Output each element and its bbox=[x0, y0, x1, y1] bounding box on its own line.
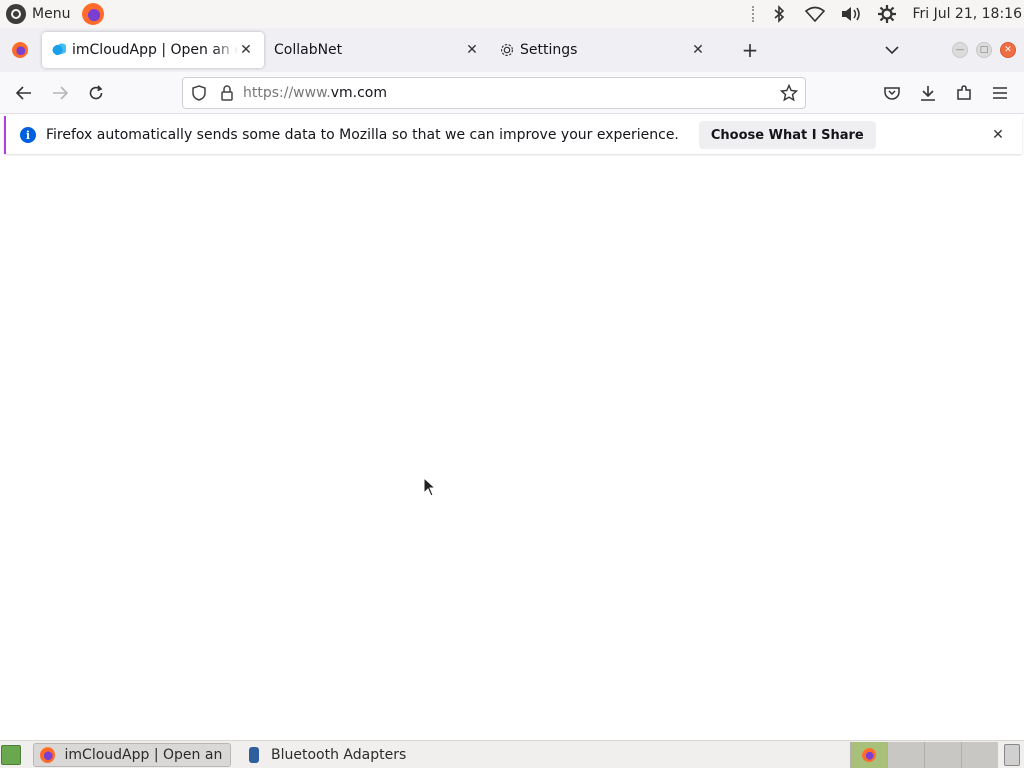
forward-arrow-icon[interactable] bbox=[44, 77, 76, 109]
taskbar-item-label: imCloudApp | Open an ... bbox=[64, 746, 224, 763]
choose-what-i-share-button[interactable]: Choose What I Share bbox=[698, 121, 876, 149]
back-arrow-icon[interactable] bbox=[8, 77, 40, 109]
navigation-toolbar: https://www.vm.com bbox=[0, 72, 1024, 114]
url-host: vm.com bbox=[330, 85, 387, 101]
maximize-window-button[interactable]: □ bbox=[976, 42, 992, 58]
list-all-tabs-chevron-down-icon[interactable] bbox=[880, 36, 904, 64]
taskbar-item-firefox[interactable]: imCloudApp | Open an ... bbox=[33, 742, 231, 767]
bookmark-star-icon[interactable] bbox=[779, 83, 799, 103]
notification-message: Firefox automatically sends some data to… bbox=[46, 127, 679, 143]
workspace-switcher bbox=[850, 742, 998, 768]
taskbar-item-label: Bluetooth Adapters bbox=[271, 746, 407, 763]
page-content[interactable] bbox=[0, 156, 1024, 740]
lock-icon[interactable] bbox=[217, 83, 237, 103]
mouse-pointer-icon bbox=[423, 476, 437, 501]
tab-strip: imCloudApp | Open an easy ✕ CollabNet ✕ … bbox=[0, 28, 1024, 72]
show-desktop-icon[interactable] bbox=[1, 744, 21, 765]
system-menu-label: Menu bbox=[32, 6, 71, 22]
new-tab-button[interactable]: + bbox=[736, 36, 764, 64]
bluetooth-icon[interactable] bbox=[768, 4, 790, 24]
tab-imcloudapp[interactable]: imCloudApp | Open an easy ✕ bbox=[42, 32, 264, 68]
system-menu-button[interactable]: Menu bbox=[0, 0, 70, 28]
reload-icon[interactable] bbox=[80, 77, 112, 109]
panel-separator bbox=[752, 6, 755, 22]
extensions-puzzle-icon[interactable] bbox=[949, 77, 979, 109]
tab-settings[interactable]: Settings ✕ bbox=[490, 32, 716, 68]
gear-icon bbox=[500, 43, 514, 57]
url-text[interactable]: https://www.vm.com bbox=[243, 85, 387, 101]
downloads-icon[interactable] bbox=[913, 77, 943, 109]
system-top-panel: Menu Fri Jul 21, 18:16 bbox=[0, 0, 1024, 28]
url-prefix: https://www. bbox=[243, 85, 331, 101]
firefox-icon bbox=[40, 746, 55, 763]
taskbar-item-bluetooth-adapters[interactable]: Bluetooth Adapters bbox=[243, 743, 412, 767]
tracking-protection-shield-icon[interactable] bbox=[189, 83, 209, 103]
hamburger-menu-icon[interactable] bbox=[985, 77, 1015, 109]
close-tab-icon[interactable]: ✕ bbox=[464, 42, 480, 58]
close-notification-icon[interactable]: ✕ bbox=[990, 127, 1006, 143]
tab-title: imCloudApp | Open an easy bbox=[72, 42, 238, 58]
wifi-icon[interactable] bbox=[804, 4, 826, 24]
trash-icon[interactable] bbox=[1004, 744, 1020, 766]
close-tab-icon[interactable]: ✕ bbox=[238, 42, 254, 58]
workspace-2[interactable] bbox=[887, 742, 924, 768]
tab-collabnet[interactable]: CollabNet ✕ bbox=[264, 32, 490, 68]
minimize-window-button[interactable]: — bbox=[952, 42, 968, 58]
workspace-3[interactable] bbox=[924, 742, 961, 768]
close-tab-icon[interactable]: ✕ bbox=[690, 42, 706, 58]
firefox-icon bbox=[862, 748, 876, 762]
pocket-icon[interactable] bbox=[877, 77, 907, 109]
bluetooth-icon bbox=[249, 746, 259, 763]
settings-gear-icon[interactable] bbox=[876, 4, 898, 24]
bottom-taskbar: imCloudApp | Open an ... Bluetooth Adapt… bbox=[0, 740, 1024, 768]
info-icon: i bbox=[20, 127, 36, 143]
system-clock[interactable]: Fri Jul 21, 18:16 bbox=[912, 6, 1022, 22]
ubuntu-logo-icon bbox=[6, 4, 26, 24]
close-window-button[interactable]: ✕ bbox=[1000, 42, 1016, 58]
cloud-favicon-icon bbox=[52, 43, 66, 57]
firefox-view-icon[interactable] bbox=[12, 42, 28, 58]
workspace-4[interactable] bbox=[961, 742, 998, 768]
address-bar[interactable]: https://www.vm.com bbox=[182, 77, 806, 109]
firefox-launcher-icon[interactable] bbox=[82, 3, 105, 25]
data-collection-notification: i Firefox automatically sends some data … bbox=[4, 116, 1022, 154]
volume-icon[interactable] bbox=[840, 4, 862, 24]
workspace-1[interactable] bbox=[850, 742, 887, 768]
tab-title: CollabNet bbox=[274, 42, 343, 58]
tab-title: Settings bbox=[520, 42, 578, 58]
